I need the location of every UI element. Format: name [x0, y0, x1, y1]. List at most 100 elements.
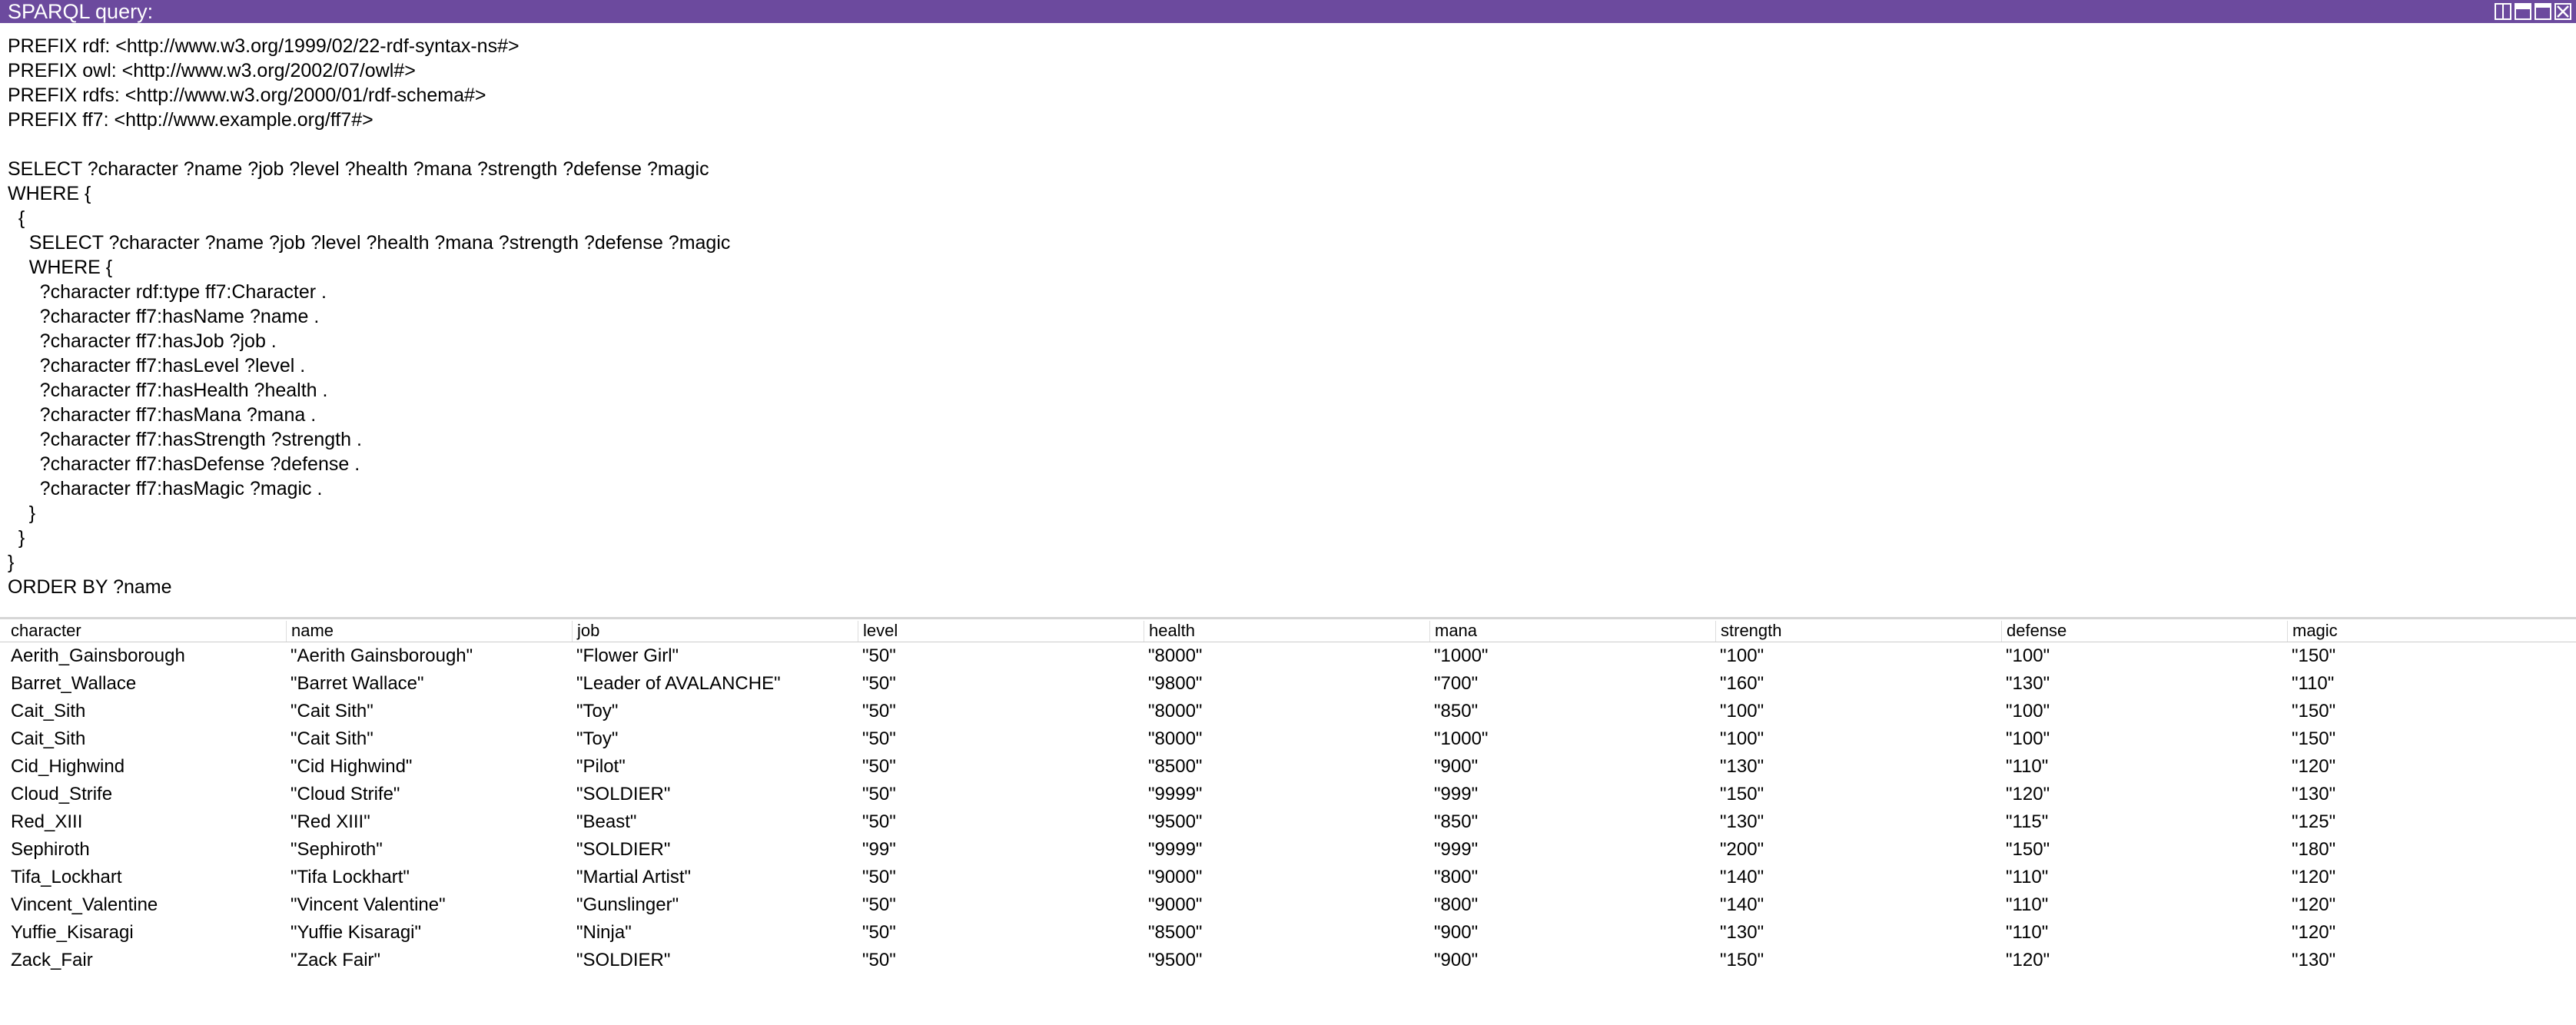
table-cell-job: "Gunslinger": [576, 894, 679, 915]
query-line[interactable]: ?character ff7:hasHealth ?health .: [8, 378, 2568, 403]
table-cell-mana: "850": [1434, 811, 1479, 832]
table-cell-job: "Leader of AVALANCHE": [576, 673, 781, 694]
title-bar[interactable]: SPARQL query:: [0, 0, 2576, 23]
column-header-level[interactable]: level: [858, 621, 1144, 642]
table-cell-strength: "150": [1720, 950, 1764, 970]
table-cell-mana: "999": [1434, 784, 1479, 804]
table-cell-magic: "150": [2292, 645, 2336, 666]
table-cell-strength: "140": [1720, 894, 1764, 915]
table-cell-strength: "100": [1720, 728, 1764, 749]
table-cell-level: "50": [862, 756, 896, 777]
query-line[interactable]: PREFIX rdfs: <http://www.w3.org/2000/01/…: [8, 83, 2568, 108]
table-cell-level: "50": [862, 894, 896, 915]
table-cell-job: "Martial Artist": [576, 867, 692, 887]
table-cell-magic: "120": [2292, 867, 2336, 887]
table-cell-strength: "130": [1720, 811, 1764, 832]
table-cell-level: "50": [862, 673, 896, 694]
query-line[interactable]: [8, 132, 2568, 157]
table-cell-level: "50": [862, 701, 896, 721]
table-cell-name: "Cait Sith": [290, 728, 373, 749]
table-cell-strength: "160": [1720, 673, 1764, 694]
query-line[interactable]: WHERE {: [8, 255, 2568, 280]
table-row[interactable]: Barret_Wallace "Barret Wallace" "Leader of…: [0, 670, 2576, 698]
table-row[interactable]: Vincent_Valentine "Vincent Valentine" "Gun…: [0, 891, 2576, 919]
query-line[interactable]: }: [8, 526, 2568, 550]
close-icon[interactable]: [2554, 3, 2571, 20]
table-row[interactable]: Cloud_Strife "Cloud Strife" "SOLDIER" "50" "…: [0, 781, 2576, 808]
column-header-mana[interactable]: mana: [1429, 621, 1715, 642]
table-cell-character: Vincent_Valentine: [11, 894, 158, 915]
table-cell-mana: "700": [1434, 673, 1479, 694]
table-cell-job: "Toy": [576, 701, 619, 721]
window-controls: [2495, 3, 2571, 20]
column-header-job[interactable]: job: [572, 621, 858, 642]
table-cell-strength: "100": [1720, 645, 1764, 666]
table-cell-level: "50": [862, 922, 896, 943]
query-line[interactable]: }: [8, 501, 2568, 526]
table-row[interactable]: Cid_Highwind "Cid Highwind" "Pilot" "50" "85…: [0, 753, 2576, 781]
table-cell-mana: "800": [1434, 867, 1479, 887]
table-cell-character: Zack_Fair: [11, 950, 93, 970]
table-row[interactable]: Cait_Sith "Cait Sith" "Toy" "50" "8000" "850"…: [0, 698, 2576, 725]
column-header-health[interactable]: health: [1144, 621, 1429, 642]
split-divider[interactable]: [0, 617, 2576, 619]
table-cell-name: "Zack Fair": [290, 950, 381, 970]
table-cell-magic: "150": [2292, 701, 2336, 721]
column-header-defense[interactable]: defense: [2001, 621, 2287, 642]
table-cell-health: "8000": [1148, 645, 1203, 666]
table-row[interactable]: Aerith_Gainsborough "Aerith Gainsborough"…: [0, 642, 2576, 670]
query-line[interactable]: ?character ff7:hasJob ?job .: [8, 329, 2568, 353]
query-line[interactable]: ?character rdf:type ff7:Character .: [8, 280, 2568, 304]
maximize-icon[interactable]: [2535, 3, 2551, 20]
table-cell-character: Aerith_Gainsborough: [11, 645, 185, 666]
query-line[interactable]: SELECT ?character ?name ?job ?level ?hea…: [8, 157, 2568, 181]
query-editor[interactable]: PREFIX rdf: <http://www.w3.org/1999/02/2…: [0, 34, 2576, 615]
table-cell-defense: "100": [2006, 728, 2050, 749]
query-line[interactable]: ?character ff7:hasLevel ?level .: [8, 353, 2568, 378]
query-line[interactable]: PREFIX ff7: <http://www.example.org/ff7#…: [8, 108, 2568, 132]
query-line[interactable]: ?character ff7:hasStrength ?strength .: [8, 427, 2568, 452]
column-header-magic[interactable]: magic: [2287, 621, 2573, 642]
query-line[interactable]: }: [8, 550, 2568, 575]
query-line[interactable]: ORDER BY ?name: [8, 575, 2568, 599]
table-cell-character: Cait_Sith: [11, 728, 86, 749]
table-cell-defense: "150": [2006, 839, 2050, 860]
table-cell-health: "9999": [1148, 839, 1203, 860]
table-row[interactable]: Sephiroth "Sephiroth" "SOLDIER" "99" "9999" "…: [0, 836, 2576, 864]
query-line[interactable]: ?character ff7:hasMana ?mana .: [8, 403, 2568, 427]
table-row[interactable]: Yuffie_Kisaragi "Yuffie Kisaragi" "Ninja" "…: [0, 919, 2576, 947]
table-cell-level: "50": [862, 867, 896, 887]
minimize-icon[interactable]: [2515, 3, 2531, 20]
table-cell-strength: "130": [1720, 922, 1764, 943]
query-line[interactable]: PREFIX rdf: <http://www.w3.org/1999/02/2…: [8, 34, 2568, 58]
query-line[interactable]: PREFIX owl: <http://www.w3.org/2002/07/o…: [8, 58, 2568, 83]
table-cell-name: "Vincent Valentine": [290, 894, 446, 915]
query-line[interactable]: ?character ff7:hasDefense ?defense .: [8, 452, 2568, 476]
table-cell-name: "Cait Sith": [290, 701, 373, 721]
column-header-strength[interactable]: strength: [1715, 621, 2001, 642]
query-line[interactable]: WHERE {: [8, 181, 2568, 206]
table-row[interactable]: Zack_Fair "Zack Fair" "SOLDIER" "50" "9500" "…: [0, 947, 2576, 974]
table-cell-level: "50": [862, 645, 896, 666]
table-cell-health: "9000": [1148, 894, 1203, 915]
table-cell-health: "8000": [1148, 728, 1203, 749]
table-row[interactable]: Cait_Sith "Cait Sith" "Toy" "50" "8000" "1000…: [0, 725, 2576, 753]
table-cell-mana: "999": [1434, 839, 1479, 860]
table-row[interactable]: Red_XIII "Red XIII" "Beast" "50" "9500" "850"…: [0, 808, 2576, 836]
table-cell-strength: "130": [1720, 756, 1764, 777]
query-line[interactable]: ?character ff7:hasName ?name .: [8, 304, 2568, 329]
table-cell-strength: "100": [1720, 701, 1764, 721]
table-cell-character: Yuffie_Kisaragi: [11, 922, 134, 943]
table-row[interactable]: Tifa_Lockhart "Tifa Lockhart" "Martial Art…: [0, 864, 2576, 891]
query-line[interactable]: ?character ff7:hasMagic ?magic .: [8, 476, 2568, 501]
split-view-icon[interactable]: [2495, 3, 2511, 20]
column-header-name[interactable]: name: [286, 621, 572, 642]
table-cell-level: "50": [862, 950, 896, 970]
table-cell-character: Sephiroth: [11, 839, 90, 860]
query-line[interactable]: {: [8, 206, 2568, 231]
table-cell-health: "8500": [1148, 756, 1203, 777]
column-header-character[interactable]: character: [0, 621, 286, 642]
table-cell-mana: "900": [1434, 756, 1479, 777]
table-cell-level: "50": [862, 811, 896, 832]
query-line[interactable]: SELECT ?character ?name ?job ?level ?hea…: [8, 231, 2568, 255]
